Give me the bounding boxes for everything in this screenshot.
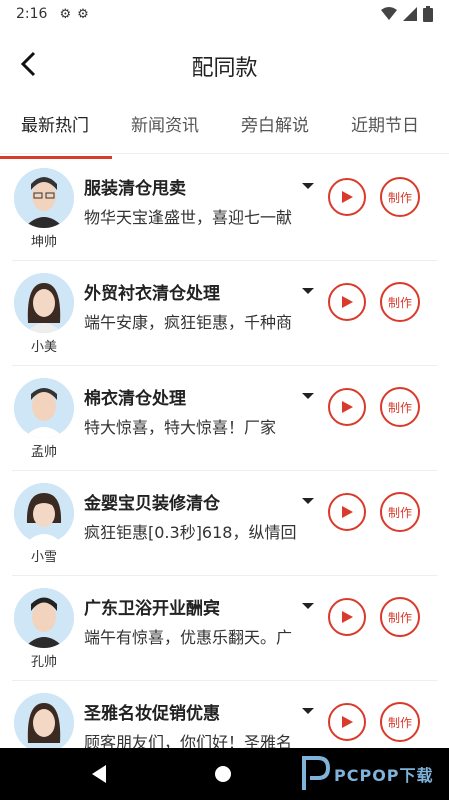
- voice-template-list: 坤帅 服装清仓甩卖 物华天宝逢盛世，喜迎七一献 制作 小美 外贸衬衣清仓处理 端…: [0, 156, 449, 748]
- item-title: 金婴宝贝装修清仓: [84, 494, 220, 514]
- avatar-name: 小雪: [30, 550, 57, 565]
- list-item[interactable]: 小美 外贸衬衣清仓处理 端午安康，疯狂钜惠，千种商 制作: [12, 261, 437, 366]
- tab-news[interactable]: 新闻资讯: [110, 104, 220, 153]
- watermark: PCPOP下载: [300, 752, 434, 796]
- make-button[interactable]: 制作: [380, 702, 420, 742]
- nav-back-icon[interactable]: [90, 764, 108, 784]
- signal-icon: [403, 7, 417, 21]
- play-button[interactable]: [328, 178, 366, 216]
- make-button[interactable]: 制作: [380, 177, 420, 217]
- item-description: 顾客朋友们，你们好！圣雅名: [84, 733, 293, 748]
- make-button[interactable]: 制作: [380, 282, 420, 322]
- play-icon: [342, 401, 353, 413]
- play-button[interactable]: [328, 388, 366, 426]
- list-item[interactable]: 坤帅 服装清仓甩卖 物华天宝逢盛世，喜迎七一献 制作: [12, 156, 437, 261]
- avatar: [14, 168, 74, 228]
- avatar: [14, 588, 74, 648]
- avatar: [14, 483, 74, 543]
- chevron-down-icon[interactable]: [300, 598, 316, 614]
- settings-gear-icon-2: ⚙: [77, 6, 89, 22]
- item-description: 端午有惊喜，优惠乐翻天。广: [84, 628, 293, 647]
- tab-latest-hot[interactable]: 最新热门: [0, 104, 112, 159]
- play-button[interactable]: [328, 493, 366, 531]
- list-item[interactable]: 孟帅 棉衣清仓处理 特大惊喜，特大惊喜！厂家 制作: [12, 366, 437, 471]
- status-bar: 2:16 ⚙ ⚙: [0, 0, 449, 28]
- item-title: 外贸衬衣清仓处理: [84, 284, 220, 304]
- play-icon: [342, 506, 353, 518]
- status-icons: [381, 6, 433, 22]
- page-title: 配同款: [191, 56, 258, 81]
- chevron-down-icon[interactable]: [300, 178, 316, 194]
- list-item[interactable]: 孔帅 广东卫浴开业酬宾 端午有惊喜，优惠乐翻天。广 制作: [12, 576, 437, 681]
- nav-home-icon[interactable]: [215, 766, 231, 782]
- item-description: 疯狂钜惠[0.3秒]618，纵情回: [84, 523, 297, 542]
- play-button[interactable]: [328, 598, 366, 636]
- play-icon: [342, 296, 353, 308]
- chevron-down-icon[interactable]: [300, 703, 316, 719]
- item-title: 服装清仓甩卖: [84, 179, 186, 199]
- system-nav-bar: PCPOP下载: [0, 748, 449, 800]
- avatar-name: 坤帅: [30, 235, 57, 250]
- item-description: 特大惊喜，特大惊喜！厂家: [84, 418, 277, 437]
- list-item[interactable]: 圣雅名妆促销优惠 顾客朋友们，你们好！圣雅名 制作: [12, 681, 437, 748]
- avatar-name: 小美: [30, 340, 57, 355]
- play-button[interactable]: [328, 703, 366, 741]
- chevron-down-icon[interactable]: [300, 388, 316, 404]
- chevron-down-icon[interactable]: [300, 283, 316, 299]
- avatar-name: 孔帅: [30, 655, 57, 670]
- settings-gear-icon: ⚙: [59, 6, 72, 22]
- play-button[interactable]: [328, 283, 366, 321]
- item-title: 棉衣清仓处理: [84, 389, 186, 409]
- play-icon: [342, 716, 353, 728]
- list-item[interactable]: 小雪 金婴宝贝装修清仓 疯狂钜惠[0.3秒]618，纵情回 制作: [12, 471, 437, 576]
- make-button[interactable]: 制作: [380, 387, 420, 427]
- wifi-icon: [381, 7, 397, 20]
- play-icon: [342, 191, 353, 203]
- make-button[interactable]: 制作: [380, 597, 420, 637]
- avatar: [14, 693, 74, 748]
- battery-icon: [423, 6, 433, 22]
- avatar-name: 孟帅: [30, 445, 57, 460]
- item-title: 广东卫浴开业酬宾: [84, 599, 220, 619]
- app-bar: 配同款: [0, 28, 449, 100]
- tab-holidays[interactable]: 近期节日: [330, 104, 440, 153]
- avatar: [14, 378, 74, 438]
- category-tabs: 最新热门 新闻资讯 旁白解说 近期节日: [0, 104, 449, 159]
- pcpop-logo-icon: [302, 756, 330, 790]
- item-description: 端午安康，疯狂钜惠，千种商: [84, 313, 293, 332]
- item-title: 圣雅名妆促销优惠: [84, 704, 220, 724]
- make-button[interactable]: 制作: [380, 492, 420, 532]
- tab-narration[interactable]: 旁白解说: [220, 104, 330, 153]
- item-description: 物华天宝逢盛世，喜迎七一献: [84, 208, 293, 227]
- watermark-text: PCPOP下载: [334, 766, 434, 785]
- status-time: 2:16: [16, 6, 48, 22]
- chevron-down-icon[interactable]: [300, 493, 316, 509]
- avatar: [14, 273, 74, 333]
- play-icon: [342, 611, 353, 623]
